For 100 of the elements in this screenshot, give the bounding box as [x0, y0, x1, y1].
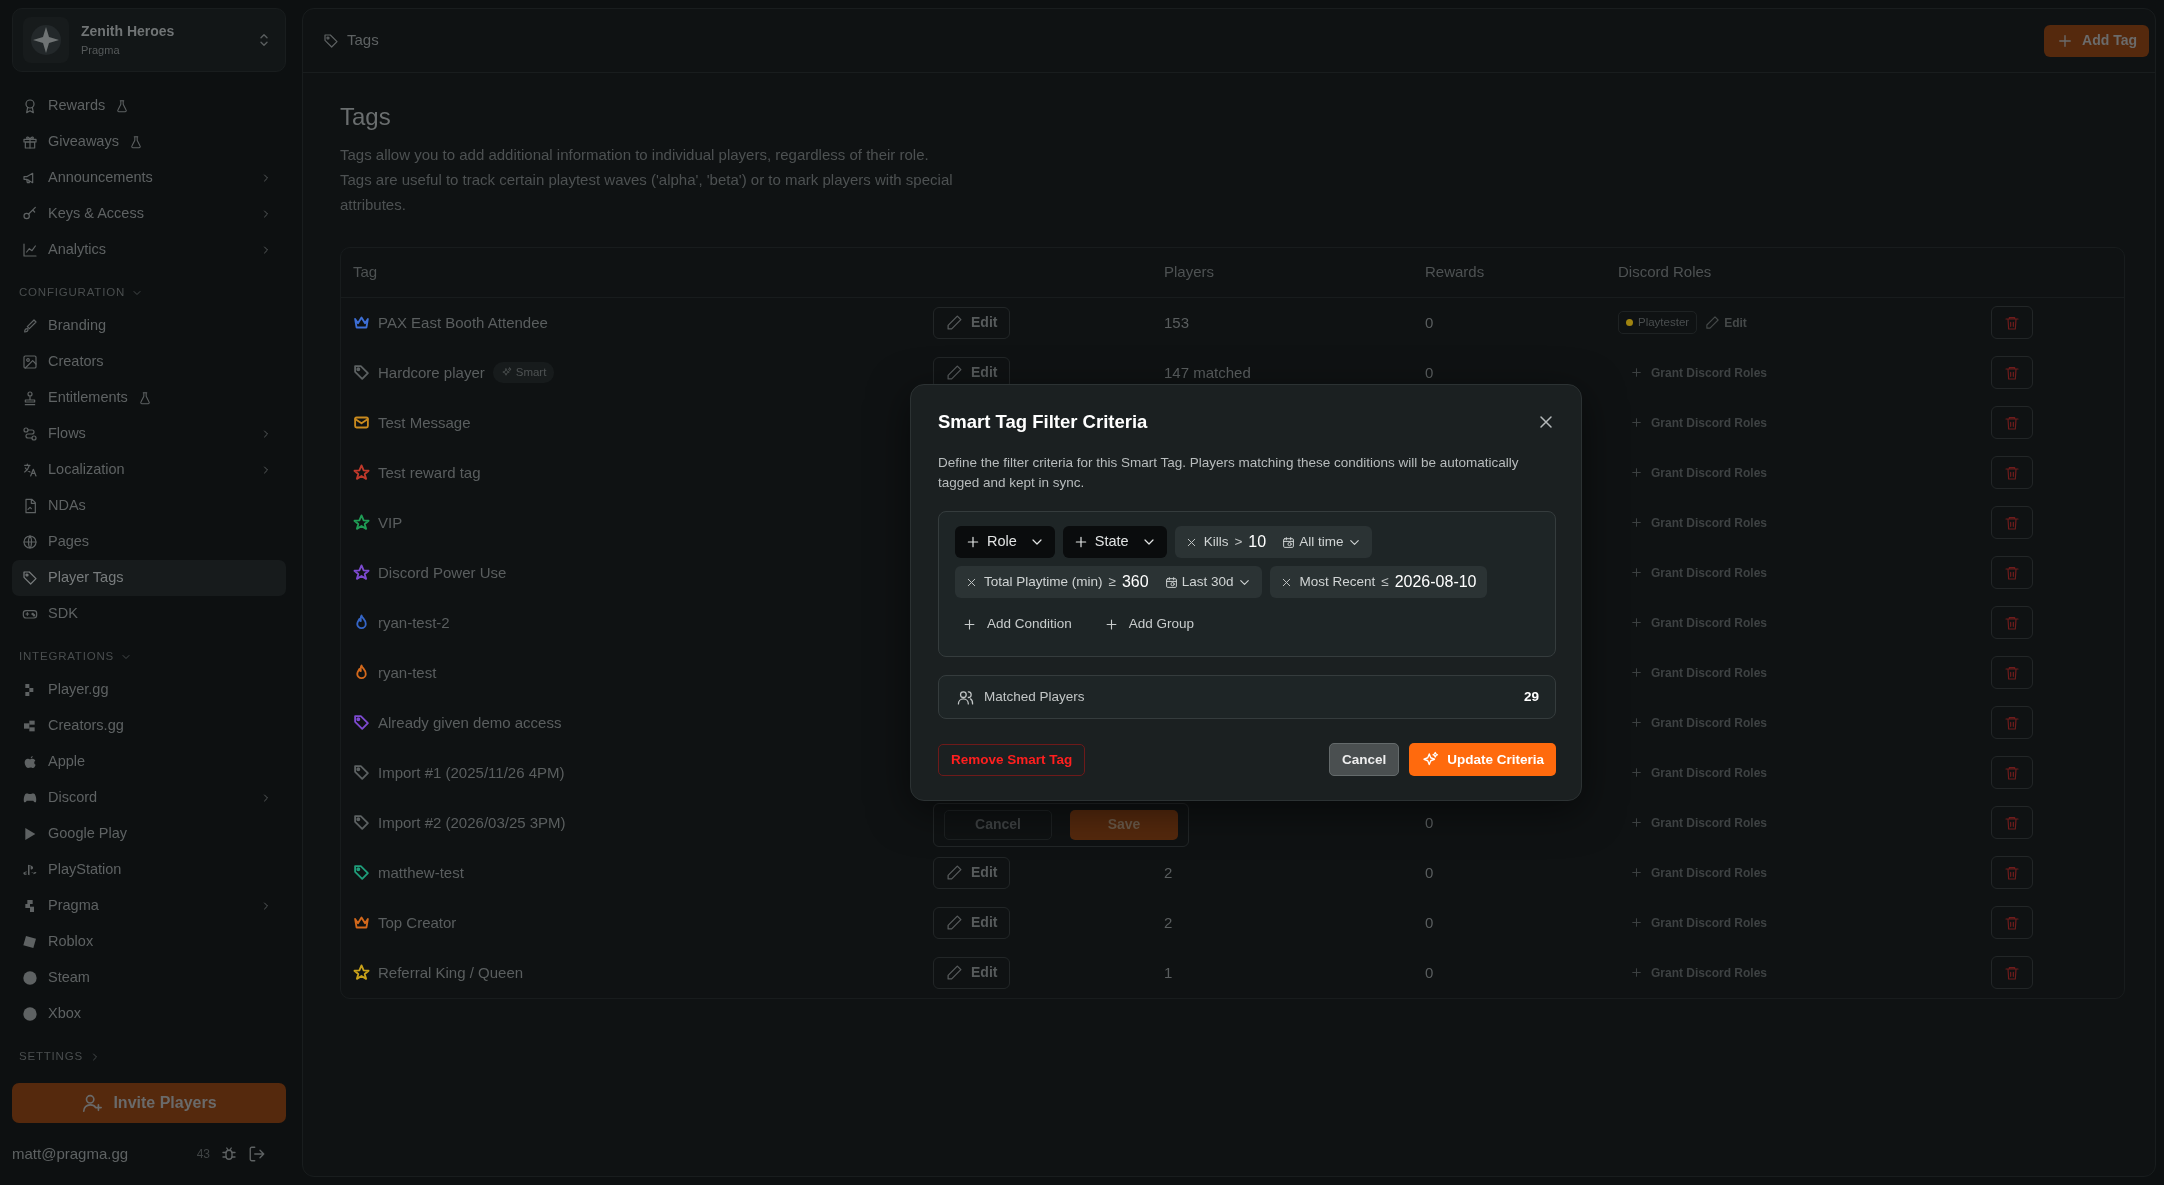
- sidebar-item[interactable]: Creators: [12, 344, 286, 380]
- invite-button[interactable]: Invite Players: [12, 1083, 286, 1123]
- tag-name: ryan-test: [378, 662, 437, 683]
- update-button[interactable]: Update Criteria: [1409, 743, 1556, 777]
- sidebar-item[interactable]: Google Play: [12, 816, 286, 852]
- reward-count: 0: [1425, 812, 1434, 833]
- sidebar-item[interactable]: Rewards: [12, 88, 286, 124]
- edit-button[interactable]: Edit: [933, 306, 1011, 339]
- edit-button[interactable]: Edit: [933, 906, 1011, 939]
- blocks-icon: [22, 718, 38, 734]
- tag-name: Referral King / Queen: [378, 962, 524, 983]
- trash-icon: [2004, 764, 2020, 781]
- delete-button[interactable]: [1991, 606, 2033, 640]
- apple-icon: [22, 754, 38, 770]
- users-icon: [957, 688, 974, 706]
- delete-button[interactable]: [1991, 306, 2033, 340]
- circle-logo-icon: [22, 970, 38, 986]
- sidebar-item[interactable]: Xbox: [12, 996, 286, 1032]
- sidebar-item[interactable]: Localization: [12, 452, 286, 488]
- delete-button[interactable]: [1991, 806, 2033, 840]
- sidebar-item[interactable]: Pragma: [12, 888, 286, 924]
- delete-button[interactable]: [1991, 556, 2033, 590]
- plus-icon: [1630, 366, 1643, 380]
- sidebar-item[interactable]: Announcements: [12, 160, 286, 196]
- cancel-button[interactable]: Cancel: [1328, 743, 1400, 777]
- plus-icon: [1630, 466, 1643, 480]
- delete-button[interactable]: [1991, 356, 2033, 390]
- sidebar-item[interactable]: PlayStation: [12, 852, 286, 888]
- sidebar-label: Player Tags: [48, 568, 124, 588]
- section-title: SETTINGS: [19, 1049, 83, 1065]
- sidebar-item[interactable]: Player Tags: [12, 560, 286, 596]
- filter-dropdown[interactable]: Role: [955, 526, 1055, 559]
- ribbon-icon: [22, 98, 38, 114]
- plus-icon: [1630, 766, 1643, 780]
- sidebar-item[interactable]: Discord: [12, 780, 286, 816]
- sidebar-label: PlayStation: [48, 860, 122, 880]
- sidebar-item[interactable]: Giveaways: [12, 124, 286, 160]
- sidebar-label: Flows: [48, 424, 86, 444]
- console-logo-icon: [22, 862, 38, 878]
- section-header[interactable]: INTEGRATIONS: [12, 642, 286, 672]
- trash-icon: [2004, 664, 2020, 681]
- calendar-icon: [1164, 575, 1178, 589]
- add-tag-button[interactable]: Add Tag: [2044, 24, 2149, 57]
- plus-icon: [1630, 966, 1643, 980]
- condition-field: Total Playtime (min): [984, 572, 1103, 593]
- period-dropdown[interactable]: All time: [1282, 532, 1363, 553]
- sidebar-label: Google Play: [48, 824, 127, 844]
- tag-name: ryan-test-2: [378, 612, 450, 633]
- column-header: Tag: [353, 262, 378, 283]
- logout-icon[interactable]: [248, 1145, 266, 1163]
- sidebar-item[interactable]: Branding: [12, 308, 286, 344]
- delete-button[interactable]: [1991, 656, 2033, 690]
- column-header: Rewards: [1425, 262, 1485, 283]
- remove-smart-tag-button[interactable]: Remove Smart Tag: [938, 743, 1086, 776]
- delete-button[interactable]: [1991, 506, 2033, 540]
- section-header[interactable]: SETTINGS: [12, 1042, 286, 1072]
- sidebar-item[interactable]: NDAs: [12, 488, 286, 524]
- add-button[interactable]: Add Group: [1096, 608, 1202, 641]
- delete-button[interactable]: [1991, 706, 2033, 740]
- condition-value[interactable]: 10: [1248, 530, 1267, 555]
- delete-button[interactable]: [1991, 856, 2033, 890]
- reward-count: 0: [1425, 962, 1434, 983]
- sidebar-item[interactable]: Roblox: [12, 924, 286, 960]
- add-button[interactable]: Add Condition: [955, 608, 1079, 641]
- condition-operator: >: [1234, 533, 1243, 552]
- sidebar-item[interactable]: SDK: [12, 596, 286, 632]
- trash-icon: [2004, 364, 2020, 381]
- delete-button[interactable]: [1991, 956, 2033, 990]
- user-email: matt@pragma.gg: [12, 1143, 129, 1164]
- edit-button[interactable]: Edit: [933, 956, 1011, 989]
- sidebar-item[interactable]: Keys & Access: [12, 196, 286, 232]
- sidebar-item[interactable]: Flows: [12, 416, 286, 452]
- delete-button[interactable]: [1991, 406, 2033, 440]
- breadcrumb[interactable]: Tags: [347, 29, 379, 52]
- tag-name: Test reward tag: [378, 462, 481, 483]
- trash-icon: [2004, 314, 2020, 331]
- bug-icon[interactable]: [220, 1145, 238, 1163]
- period-dropdown[interactable]: Last 30d: [1164, 572, 1253, 593]
- edit-button[interactable]: Edit: [933, 856, 1011, 889]
- matched-label: Matched Players: [984, 688, 1085, 707]
- section-header[interactable]: CONFIGURATION: [12, 278, 286, 308]
- sidebar-item[interactable]: Creators.gg: [12, 708, 286, 744]
- sidebar-item[interactable]: Player.gg: [12, 672, 286, 708]
- plus-icon: [1630, 516, 1643, 530]
- workspace-switcher[interactable]: Zenith Heroes Pragma: [12, 8, 286, 72]
- sidebar-item[interactable]: Steam: [12, 960, 286, 996]
- filter-dropdown[interactable]: State: [1062, 526, 1167, 559]
- document-icon: [22, 498, 38, 514]
- condition-value[interactable]: 360: [1121, 570, 1149, 595]
- delete-button[interactable]: [1991, 456, 2033, 490]
- delete-button[interactable]: [1991, 906, 2033, 940]
- sidebar-item[interactable]: Analytics: [12, 232, 286, 268]
- player-count: 1: [1164, 962, 1173, 983]
- workspace-name: Zenith Heroes: [81, 22, 175, 42]
- sidebar-item[interactable]: Pages: [12, 524, 286, 560]
- condition-value[interactable]: 2026-08-10: [1394, 570, 1477, 595]
- delete-button[interactable]: [1991, 756, 2033, 790]
- sidebar-item[interactable]: Entitlements: [12, 380, 286, 416]
- sidebar-item[interactable]: Apple: [12, 744, 286, 780]
- save-button[interactable]: Save: [1070, 809, 1178, 840]
